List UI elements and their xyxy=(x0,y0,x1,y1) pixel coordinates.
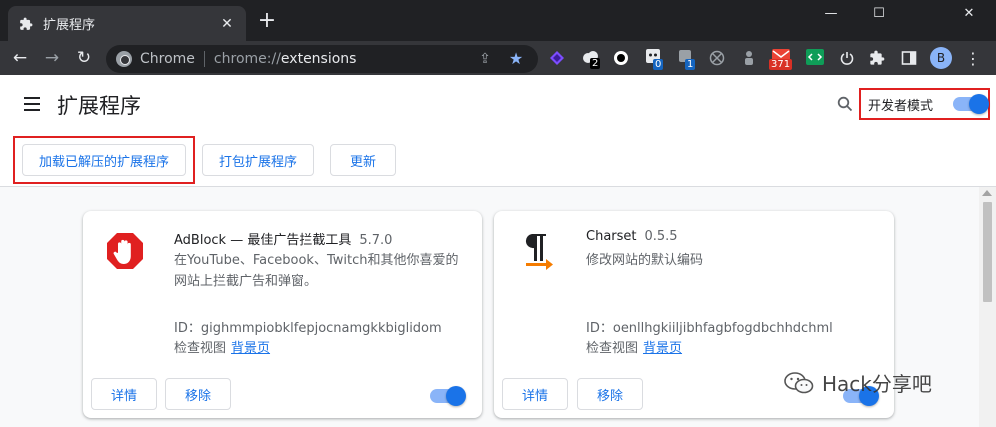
update-button[interactable]: 更新 xyxy=(330,144,396,176)
extension-figure-icon[interactable] xyxy=(740,49,758,67)
page-title: 扩展程序 xyxy=(57,94,141,118)
bookmark-star-icon[interactable]: ★ xyxy=(507,49,525,68)
extension-description: 修改网站的默认编码 xyxy=(586,250,703,271)
extension-mail-icon[interactable]: 371 xyxy=(769,47,793,70)
chrome-logo-icon xyxy=(116,51,132,67)
omnibox-divider xyxy=(203,51,205,67)
back-arrow-icon[interactable]: ← xyxy=(8,46,32,70)
details-button[interactable]: 详情 xyxy=(502,378,568,410)
highlight-box xyxy=(13,136,195,184)
extension-name: AdBlock — 最佳广告拦截工具 5.7.0 xyxy=(174,229,392,248)
origin-label: Chrome xyxy=(140,51,195,67)
tab-title: 扩展程序 xyxy=(43,18,96,33)
reload-icon[interactable]: ↻ xyxy=(72,46,96,70)
id-label: ID： xyxy=(586,321,613,336)
extension-card: AdBlock — 最佳广告拦截工具 5.7.0 在YouTube、Faceboo… xyxy=(83,211,482,418)
id-label: ID： xyxy=(174,321,201,336)
extension-diamond-icon[interactable] xyxy=(548,49,566,67)
inspect-label: 检查视图 xyxy=(174,341,227,356)
scrollbar-thumb[interactable] xyxy=(983,202,992,302)
inspect-views: 检查视图 背景页 xyxy=(586,337,682,356)
extension-code-icon[interactable] xyxy=(806,48,824,66)
inspect-views: 检查视图 背景页 xyxy=(174,337,270,356)
url-scheme: chrome:// xyxy=(213,51,281,67)
extension-id: ID：gighmmpiobklfepjocnamgkkbiglidom xyxy=(174,317,442,336)
extension-version: 0.5.5 xyxy=(644,229,678,244)
extension-clipboard-icon[interactable]: 1 xyxy=(676,47,696,70)
window-close-button[interactable]: ✕ xyxy=(946,2,992,24)
details-button[interactable]: 详情 xyxy=(91,378,157,410)
charset-pilcrow-icon xyxy=(522,231,558,271)
developer-mode-label: 开发者模式 xyxy=(868,98,934,114)
inspect-label: 检查视图 xyxy=(586,341,639,356)
description-line: 在YouTube、Facebook、Twitch和其他你喜爱的 xyxy=(174,253,459,268)
watermark: Hack分享吧 xyxy=(784,368,932,397)
background-page-link[interactable]: 背景页 xyxy=(643,341,682,356)
tab-extensions[interactable]: 扩展程序 ✕ xyxy=(8,6,246,41)
hamburger-menu-icon[interactable] xyxy=(24,97,40,111)
remove-button[interactable]: 移除 xyxy=(577,378,643,410)
close-tab-icon[interactable]: ✕ xyxy=(218,15,236,33)
pack-extension-button[interactable]: 打包扩展程序 xyxy=(202,144,314,176)
id-value: gighmmpiobklfepjocnamgkkbiglidom xyxy=(200,321,442,336)
developer-mode-control: 开发者模式 xyxy=(859,88,990,120)
extension-title: Charset xyxy=(586,229,637,244)
minimize-button[interactable]: — xyxy=(808,2,854,24)
adblock-icon xyxy=(105,231,145,271)
side-panel-icon[interactable] xyxy=(900,49,918,67)
background-page-link[interactable]: 背景页 xyxy=(231,341,270,356)
new-tab-button[interactable]: + xyxy=(256,10,278,33)
extension-version: 5.7.0 xyxy=(359,233,393,248)
description-line: 修改网站的默认编码 xyxy=(586,253,704,268)
extension-enable-toggle[interactable] xyxy=(430,386,466,406)
remove-button[interactable]: 移除 xyxy=(165,378,231,410)
id-value: oenllhgkiiljibhfagbfogdbchhdchml xyxy=(612,321,833,336)
extension-title: AdBlock — 最佳广告拦截工具 xyxy=(174,233,352,248)
scroll-up-arrow-icon[interactable] xyxy=(982,190,992,196)
extension-name: Charset 0.5.5 xyxy=(586,229,678,244)
wechat-icon xyxy=(784,371,814,395)
developer-mode-toggle[interactable] xyxy=(953,94,990,114)
share-icon[interactable]: ⇪ xyxy=(476,50,494,68)
extension-power-icon[interactable] xyxy=(838,49,856,67)
watermark-text: Hack分享吧 xyxy=(822,372,932,396)
extension-ring-icon[interactable] xyxy=(612,49,630,67)
url-host: extensions xyxy=(280,51,357,67)
extension-badge: 0 xyxy=(653,59,664,70)
extension-id: ID：oenllhgkiiljibhfagbfogdbchhdchml xyxy=(586,317,833,336)
forward-arrow-icon[interactable]: → xyxy=(40,46,64,70)
extension-badge: 1 xyxy=(685,59,696,70)
address-bar[interactable]: Chrome chrome:// extensions xyxy=(106,45,538,73)
extension-cloud-icon[interactable]: 2 xyxy=(582,48,601,69)
search-icon[interactable] xyxy=(837,96,855,114)
restore-button[interactable]: ☐ xyxy=(856,2,902,24)
extension-crosshair-icon[interactable] xyxy=(708,49,726,67)
puzzle-icon xyxy=(18,16,34,32)
extension-badge: 2 xyxy=(590,58,601,69)
extension-face-icon[interactable]: 0 xyxy=(644,47,664,70)
profile-avatar[interactable]: B xyxy=(930,47,952,69)
extensions-puzzle-icon[interactable] xyxy=(868,49,886,67)
extension-badge: 371 xyxy=(769,59,793,70)
description-line: 网站上拦截广告和弹窗。 xyxy=(174,274,318,289)
chrome-menu-icon[interactable]: ⋮ xyxy=(964,49,982,68)
extension-description: 在YouTube、Facebook、Twitch和其他你喜爱的 网站上拦截广告和… xyxy=(174,250,458,292)
